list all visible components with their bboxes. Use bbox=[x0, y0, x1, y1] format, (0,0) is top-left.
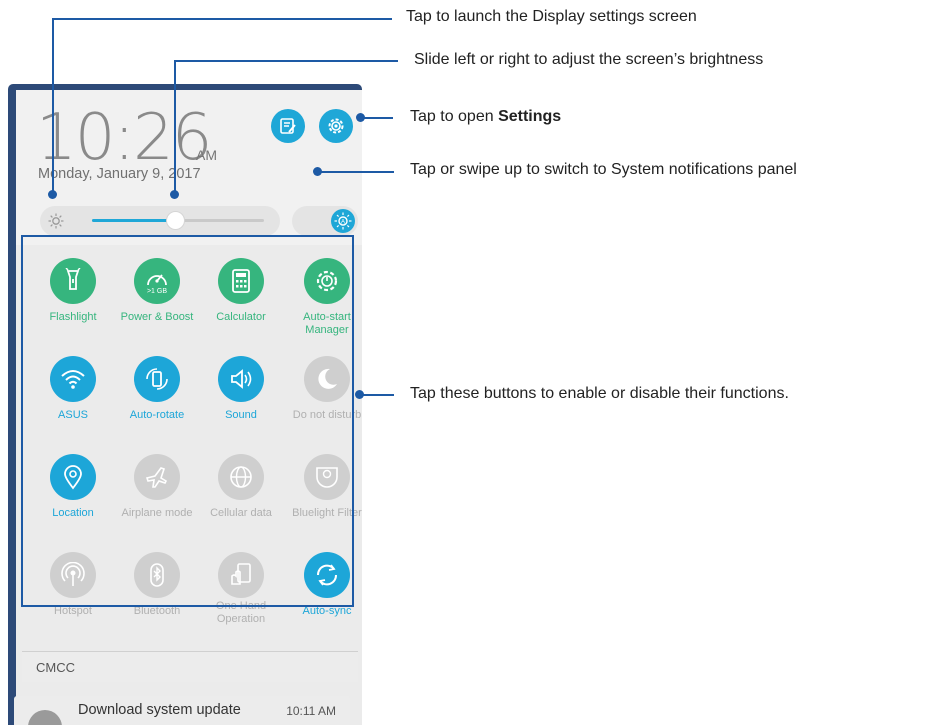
notification-time: 10:11 AM bbox=[286, 704, 336, 718]
brightness-track[interactable] bbox=[92, 211, 264, 230]
callout-dot-display bbox=[48, 190, 57, 199]
callout-line-settings bbox=[361, 117, 393, 119]
brightness-fill bbox=[92, 219, 175, 222]
auto-brightness-icon: A bbox=[334, 212, 352, 230]
callout-dot-brightness bbox=[170, 190, 179, 199]
clock-time: 10:26 bbox=[36, 101, 212, 175]
callout-line-display-v bbox=[52, 18, 54, 194]
callout-brightness: Slide left or right to adjust the screen… bbox=[414, 51, 764, 68]
callout-line-buttons bbox=[360, 394, 394, 396]
notes-edit-icon bbox=[280, 118, 296, 134]
callout-dot-settings bbox=[356, 113, 365, 122]
clock-ampm: AM bbox=[196, 147, 217, 163]
callout-line-brightness-h bbox=[174, 60, 398, 62]
callout-line-system bbox=[318, 171, 394, 173]
callout-settings: Tap to open Settings bbox=[410, 108, 561, 126]
quick-buttons-highlight bbox=[21, 235, 354, 607]
settings-button[interactable] bbox=[319, 109, 353, 143]
svg-text:A: A bbox=[341, 220, 345, 226]
callout-buttons: Tap these buttons to enable or disable t… bbox=[410, 385, 789, 402]
brightness-slider[interactable] bbox=[40, 206, 280, 236]
callout-dot-system bbox=[313, 167, 322, 176]
auto-brightness-button[interactable]: A bbox=[331, 209, 355, 233]
notification-title: Download system update bbox=[78, 702, 241, 718]
callout-line-display-h bbox=[52, 18, 392, 20]
callout-dot-buttons bbox=[355, 390, 364, 399]
notification-card[interactable]: Download system update 10:11 AM bbox=[14, 696, 350, 725]
carrier-row: CMCC bbox=[22, 651, 358, 682]
callout-settings-bold: Settings bbox=[498, 108, 562, 125]
callout-settings-prefix: Tap to open bbox=[410, 108, 499, 125]
callout-system: Tap or swipe up to switch to System noti… bbox=[410, 161, 797, 178]
download-icon bbox=[28, 710, 62, 725]
callout-line-brightness-v bbox=[174, 60, 176, 194]
callout-display: Tap to launch the Display settings scree… bbox=[406, 8, 697, 25]
auto-brightness-toggle[interactable]: A bbox=[292, 206, 358, 236]
brightness-thumb[interactable] bbox=[165, 211, 185, 230]
brightness-sun-icon[interactable] bbox=[48, 213, 64, 229]
notes-button[interactable] bbox=[271, 109, 305, 143]
date-text: Monday, January 9, 2017 bbox=[38, 166, 201, 182]
gear-icon bbox=[328, 118, 344, 134]
carrier-name: CMCC bbox=[36, 660, 75, 675]
